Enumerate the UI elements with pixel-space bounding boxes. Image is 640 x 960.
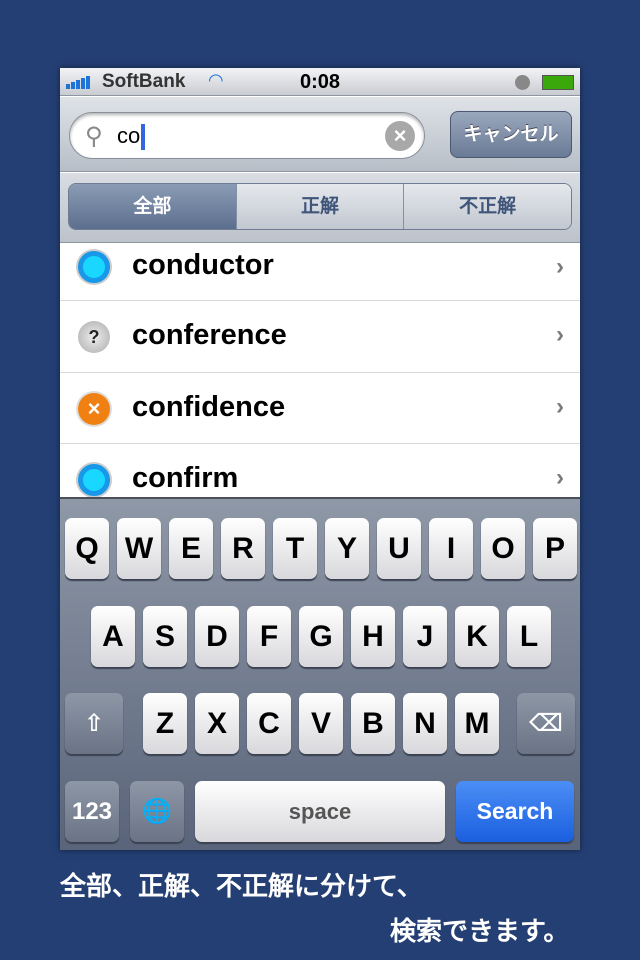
correct-icon xyxy=(78,464,110,496)
space-key[interactable]: space xyxy=(195,781,445,842)
key-o[interactable]: O xyxy=(481,518,525,579)
key-v[interactable]: V xyxy=(299,693,343,754)
numbers-key[interactable]: 123 xyxy=(65,781,119,842)
segment-incorrect[interactable]: 不正解 xyxy=(403,184,571,229)
list-item[interactable]: conductor › xyxy=(60,243,580,301)
key-f[interactable]: F xyxy=(247,606,291,667)
results-list: conductor › ? conference › × confidence › con… xyxy=(60,243,580,516)
battery-icon xyxy=(542,75,574,90)
time: 0:08 xyxy=(299,71,341,93)
status-bar: SoftBank ◠ 0:08 xyxy=(60,68,580,96)
word: conductor xyxy=(132,249,274,281)
key-c[interactable]: C xyxy=(247,693,291,754)
key-a[interactable]: A xyxy=(91,606,135,667)
key-k[interactable]: K xyxy=(455,606,499,667)
cancel-button[interactable]: キャンセル xyxy=(450,111,572,158)
key-m[interactable]: M xyxy=(455,693,499,754)
text-caret xyxy=(141,124,146,151)
list-item[interactable]: × confidence › xyxy=(60,373,580,444)
shift-key[interactable]: ⇧ xyxy=(65,693,123,754)
key-s[interactable]: S xyxy=(143,606,187,667)
search-input[interactable]: ⚲ co × xyxy=(69,112,425,159)
globe-key[interactable]: 🌐 xyxy=(130,781,184,842)
key-n[interactable]: N xyxy=(403,693,447,754)
key-q[interactable]: Q xyxy=(65,518,109,579)
search-icon: ⚲ xyxy=(85,123,103,150)
segment-all[interactable]: 全部 xyxy=(69,184,236,229)
key-x[interactable]: X xyxy=(195,693,239,754)
chevron-right-icon: › xyxy=(556,321,564,348)
search-key[interactable]: Search xyxy=(456,781,574,842)
word: confirm xyxy=(132,462,239,494)
caption-line-2: 検索できます。 xyxy=(390,916,570,946)
key-d[interactable]: D xyxy=(195,606,239,667)
key-w[interactable]: W xyxy=(117,518,161,579)
phone-screen: SoftBank ◠ 0:08 ⚲ co × キャンセル 全部 正解 不正解 c… xyxy=(60,68,580,850)
key-t[interactable]: T xyxy=(273,518,317,579)
key-j[interactable]: J xyxy=(403,606,447,667)
clear-icon[interactable]: × xyxy=(385,121,415,151)
segment-correct[interactable]: 正解 xyxy=(235,184,404,229)
search-query: co xyxy=(117,123,141,148)
search-bar: ⚲ co × キャンセル xyxy=(60,97,580,172)
key-y[interactable]: Y xyxy=(325,518,369,579)
chevron-right-icon: › xyxy=(556,253,564,280)
key-h[interactable]: H xyxy=(351,606,395,667)
chevron-right-icon: › xyxy=(556,392,564,420)
caption-line-1: 全部、正解、不正解に分けて、 xyxy=(60,871,423,901)
correct-icon xyxy=(78,251,110,283)
key-u[interactable]: U xyxy=(377,518,421,579)
unknown-icon: ? xyxy=(78,321,110,353)
key-l[interactable]: L xyxy=(507,606,551,667)
alarm-icon xyxy=(515,75,530,90)
list-item[interactable]: ? conference › xyxy=(60,301,580,373)
delete-key[interactable]: ⌫ xyxy=(517,693,575,754)
chevron-right-icon: › xyxy=(556,464,564,491)
key-g[interactable]: G xyxy=(299,606,343,667)
word: confidence xyxy=(132,390,286,423)
incorrect-icon: × xyxy=(78,392,110,425)
keyboard: Q W E R T Y U I O P A S D F G H J K L Z X C V B N M ⇧ ⌫ 123 🌐 space Sea… xyxy=(60,497,580,850)
key-z[interactable]: Z xyxy=(143,693,187,754)
word: conference xyxy=(132,319,287,351)
key-b[interactable]: B xyxy=(351,693,395,754)
key-e[interactable]: E xyxy=(169,518,213,579)
key-r[interactable]: R xyxy=(221,518,265,579)
key-p[interactable]: P xyxy=(533,518,577,579)
scope-bar: 全部 正解 不正解 xyxy=(60,173,580,243)
key-i[interactable]: I xyxy=(429,518,473,579)
